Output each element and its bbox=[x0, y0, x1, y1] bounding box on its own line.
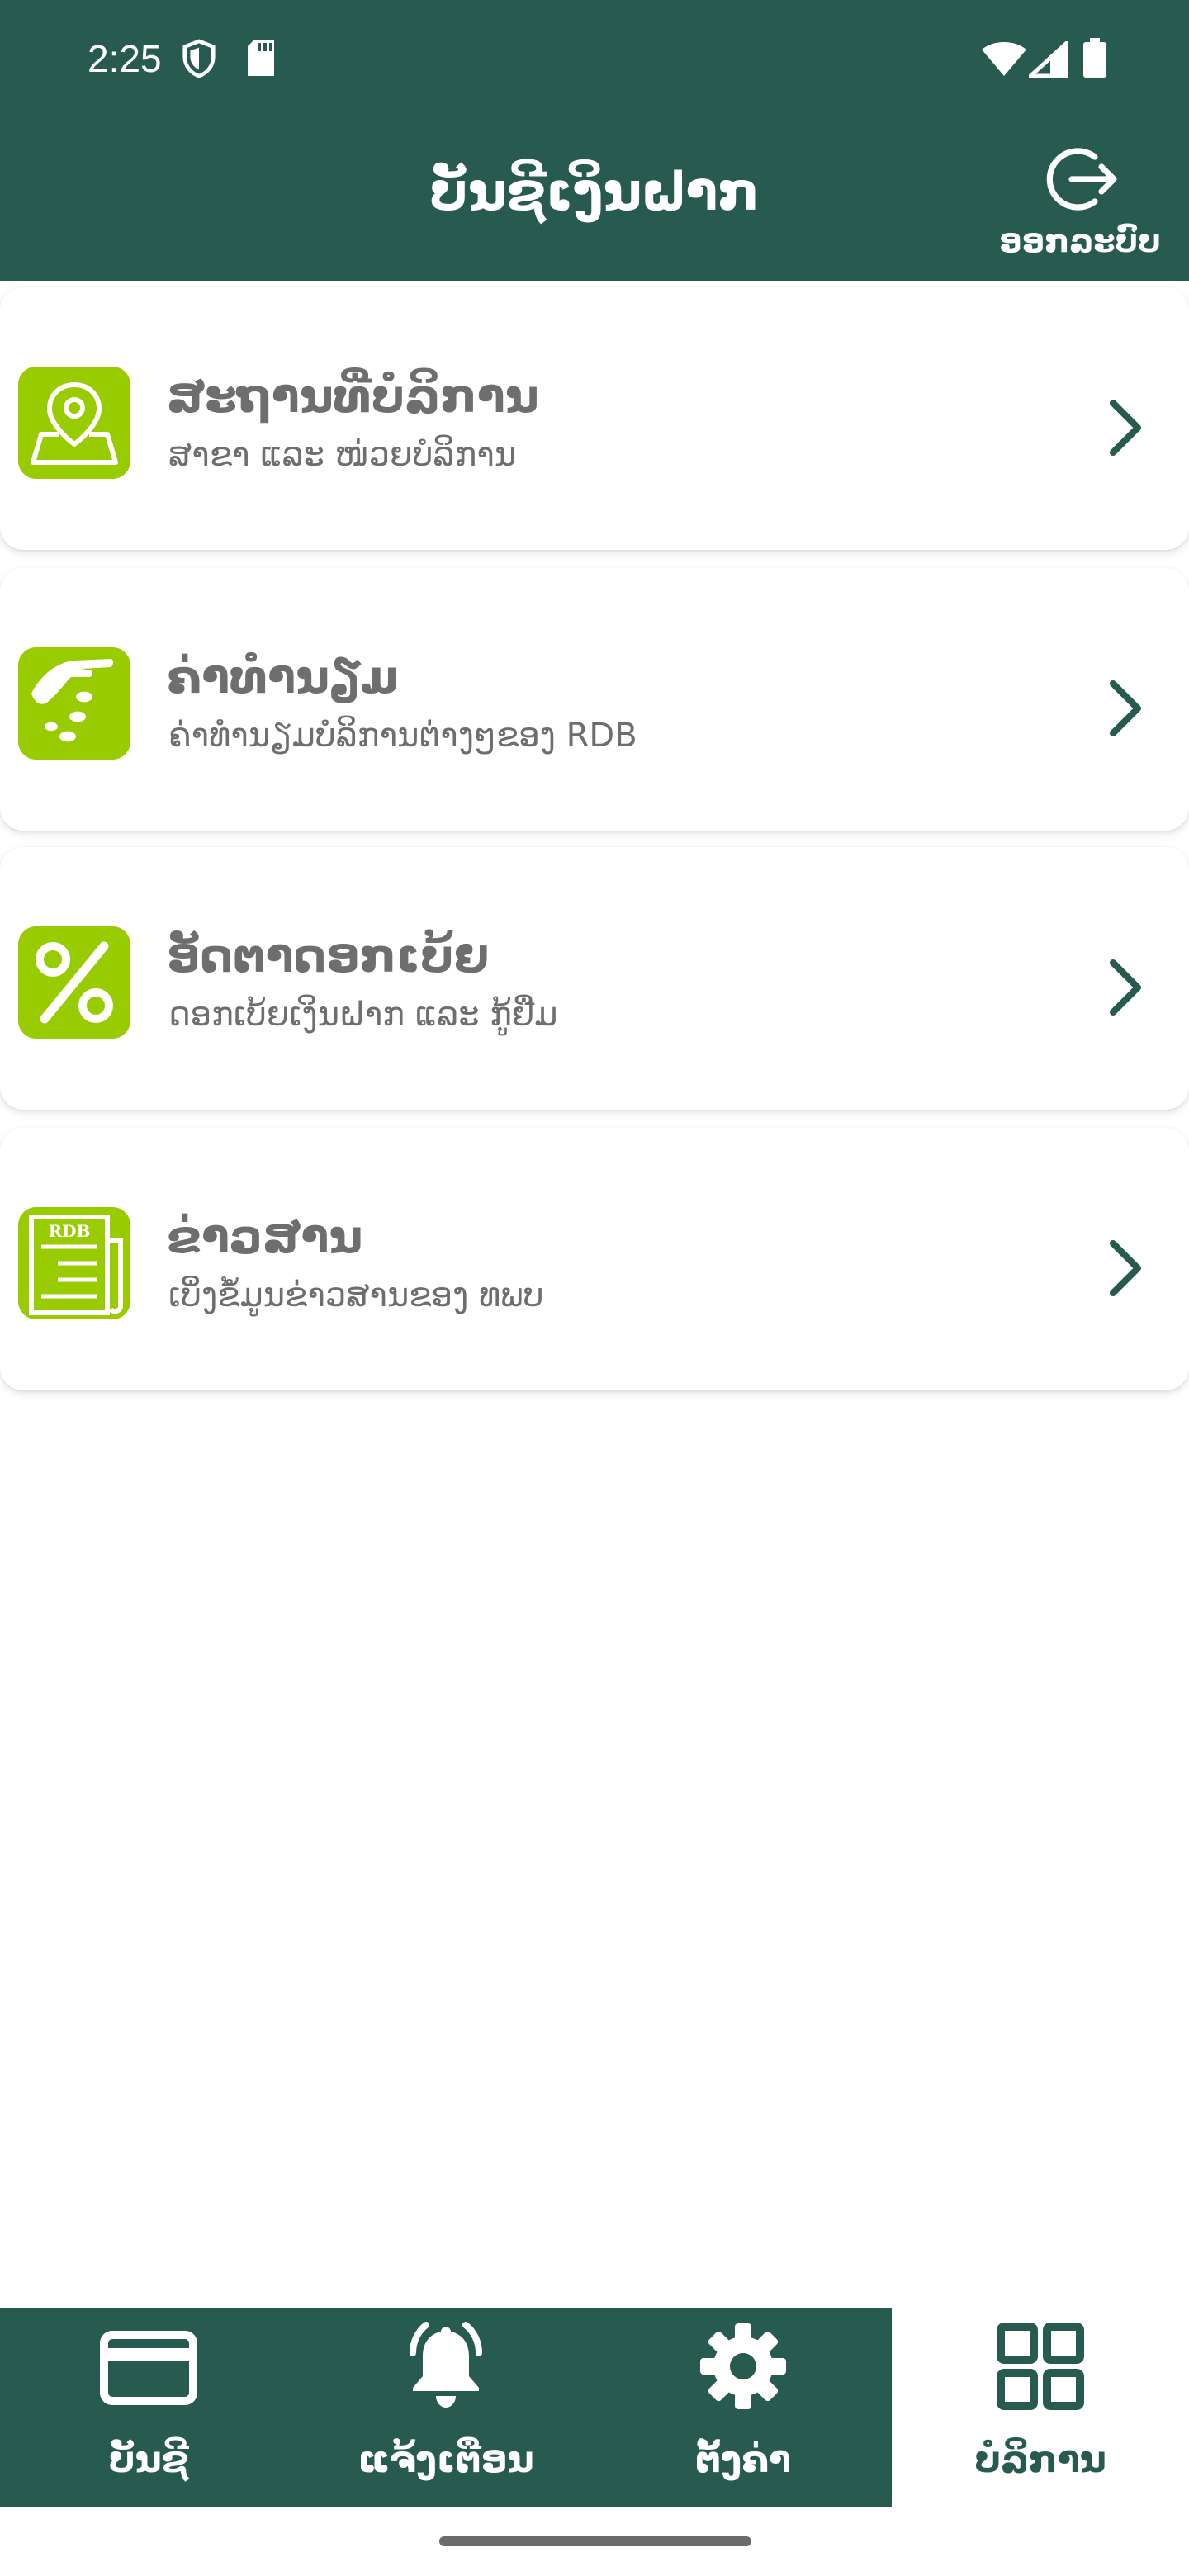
nav-label: ຕັ້ງຄ່າ bbox=[695, 2439, 791, 2481]
percent-icon bbox=[18, 926, 130, 1039]
chevron-right-icon bbox=[1106, 956, 1144, 1022]
menu-item-subtitle: ດອກເບ້ຍເງິນຝາກ ແລະ ກູ້ຢືມ bbox=[168, 996, 558, 1034]
chevron-right-icon bbox=[1106, 1237, 1144, 1303]
shield-icon bbox=[180, 38, 218, 83]
nav-label: ບໍລິການ bbox=[974, 2439, 1106, 2481]
menu-item-fees[interactable]: ຄ່າທຳນຽມ ຄ່າທຳນຽມບໍລິການຕ່າງໆຂອງ RDB bbox=[0, 568, 1189, 831]
nav-tab-settings[interactable]: ຕັ້ງຄ່າ bbox=[594, 2308, 892, 2507]
wifi-icon bbox=[981, 41, 1027, 81]
menu-item-news[interactable]: RDB ຂ່າວສານ ເບິ່ງຂໍ້ມູນຂ່າວສານຂອງ ທພບ bbox=[0, 1128, 1189, 1390]
menu-item-interest-rates[interactable]: ອັດຕາດອກເບ້ຍ ດອກເບ້ຍເງິນຝາກ ແລະ ກູ້ຢືມ bbox=[0, 847, 1189, 1110]
menu-item-subtitle: ເບິ່ງຂໍ້ມູນຂ່າວສານຂອງ ທພບ bbox=[168, 1276, 544, 1314]
app-header: 2:25 ບັນຊີເງິນຝາກ ອອກລະບົບ bbox=[0, 0, 1189, 281]
menu-item-subtitle: ຄ່າທຳນຽມບໍລິການຕ່າງໆຂອງ RDB bbox=[168, 717, 637, 755]
nav-tab-notifications[interactable]: ແຈ້ງເຕືອນ bbox=[297, 2308, 594, 2507]
gear-icon bbox=[594, 2317, 892, 2432]
bottom-navigation: ບັນຊີ ແຈ້ງເຕືອນ ຕັ້ງຄ່າ ບໍລິການ bbox=[0, 2308, 1189, 2507]
location-pin-icon bbox=[18, 367, 130, 479]
menu-item-service-locations[interactable]: ສະຖານທີ່ບໍລິການ ສາຂາ ແລະ ໜ່ວຍບໍລິການ bbox=[0, 287, 1189, 550]
battery-icon bbox=[1083, 38, 1106, 81]
menu-item-title: ຂ່າວສານ bbox=[167, 1210, 363, 1264]
status-time: 2:25 bbox=[88, 37, 162, 80]
newspaper-icon-text: RDB bbox=[49, 1221, 91, 1241]
credit-card-icon bbox=[0, 2317, 297, 2432]
signal-icon bbox=[1025, 38, 1069, 81]
logout-label: ອອກລະບົບ bbox=[999, 223, 1161, 259]
sd-card-icon bbox=[244, 38, 277, 81]
logout-button[interactable]: ອອກລະບົບ bbox=[981, 142, 1179, 266]
status-bar: 2:25 bbox=[0, 0, 1189, 116]
hand-coins-icon bbox=[18, 647, 130, 760]
nav-label: ບັນຊີ bbox=[108, 2439, 189, 2481]
home-indicator[interactable] bbox=[439, 2536, 751, 2546]
grid-icon bbox=[892, 2317, 1189, 2432]
logout-icon bbox=[1039, 142, 1121, 220]
menu-item-subtitle: ສາຂາ ແລະ ໜ່ວຍບໍລິການ bbox=[168, 436, 517, 474]
nav-tab-accounts[interactable]: ບັນຊີ bbox=[0, 2308, 297, 2507]
nav-tab-services[interactable]: ບໍລິການ bbox=[892, 2308, 1189, 2507]
menu-item-title: ຄ່າທຳນຽມ bbox=[167, 651, 400, 704]
nav-label: ແຈ້ງເຕືອນ bbox=[358, 2439, 534, 2481]
menu-item-title: ອັດຕາດອກເບ້ຍ bbox=[167, 930, 490, 983]
bell-icon bbox=[297, 2317, 594, 2432]
chevron-right-icon bbox=[1106, 396, 1144, 462]
menu-item-title: ສະຖານທີ່ບໍລິການ bbox=[167, 370, 539, 424]
newspaper-icon: RDB bbox=[18, 1207, 130, 1319]
chevron-right-icon bbox=[1106, 677, 1144, 743]
